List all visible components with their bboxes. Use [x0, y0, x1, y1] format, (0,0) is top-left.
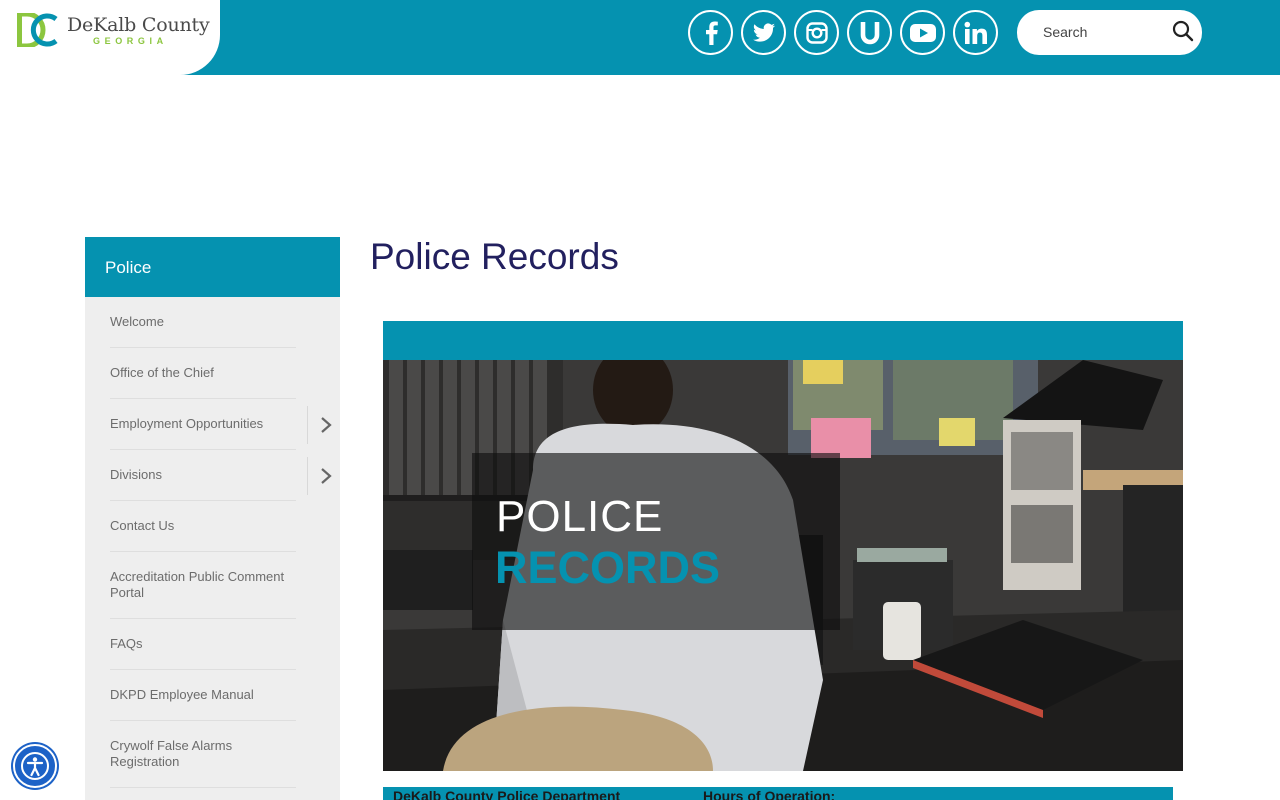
sidebar-item-label: Office of the Chief [110, 365, 214, 380]
logo-county-name: DeKalb County [67, 14, 210, 36]
facebook-button[interactable] [688, 10, 733, 55]
search-input[interactable] [1043, 22, 1163, 42]
twitter-button[interactable] [741, 10, 786, 55]
hero-heading-line1: POLICE [496, 492, 664, 541]
divider [110, 787, 296, 788]
sidebar-item-crywolf-registration[interactable]: Crywolf False Alarms Registration [85, 721, 340, 788]
sidebar-item-office-of-the-chief[interactable]: Office of the Chief [85, 348, 340, 399]
facebook-icon [705, 21, 718, 45]
linkedin-icon [964, 21, 987, 44]
hero-top-band [383, 321, 1183, 360]
sidebar-heading-police[interactable]: Police [85, 237, 340, 297]
info-header-bar: DeKalb County Police Department Hours of… [383, 787, 1173, 800]
instagram-button[interactable] [794, 10, 839, 55]
sidebar-item-label: DKPD Employee Manual [110, 687, 254, 702]
sidebar-item-label: Crywolf False Alarms Registration [110, 738, 233, 769]
sidebar-item-faqs[interactable]: FAQs [85, 619, 340, 670]
sidebar-item-label: Accreditation Public Comment Portal [110, 569, 285, 600]
logo-state-name: GEORGIA [93, 36, 168, 46]
sidebar-item-employee-manual[interactable]: DKPD Employee Manual [85, 670, 340, 721]
instagram-icon [805, 21, 828, 44]
chevron-right-icon[interactable] [318, 467, 334, 485]
youtube-icon [909, 23, 936, 42]
twitter-icon [752, 22, 775, 42]
department-name-label: DeKalb County Police Department [393, 788, 621, 800]
sidebar-item-employment-opportunities[interactable]: Employment Opportunities [85, 399, 340, 450]
page-title: Police Records [370, 236, 619, 277]
chevron-right-icon[interactable] [318, 416, 334, 434]
logo-link[interactable]: DeKalb County GEORGIA [0, 0, 220, 75]
dc-logo-icon [17, 13, 58, 47]
linkedin-button[interactable] [953, 10, 998, 55]
sidebar-item-welcome[interactable]: Welcome [85, 297, 340, 348]
hero-image: POLICE RECORDS [383, 360, 1183, 771]
accessibility-icon [21, 752, 49, 780]
sidebar-item-label: Welcome [110, 314, 164, 329]
sidebar-item-label: Contact Us [110, 518, 175, 533]
sidebar-item-accreditation-portal[interactable]: Accreditation Public Comment Portal [85, 552, 340, 619]
hours-label: Hours of Operation: [703, 788, 836, 800]
sidebar-item-contact-us[interactable]: Contact Us [85, 501, 340, 552]
sidebar-item-label: Employment Opportunities [110, 416, 264, 431]
search-icon[interactable] [1170, 18, 1196, 44]
u-button[interactable] [847, 10, 892, 55]
divider [307, 457, 308, 495]
youtube-button[interactable] [900, 10, 945, 55]
accessibility-button[interactable] [13, 744, 57, 788]
hero-heading-line2: RECORDS [495, 542, 721, 593]
divider [307, 406, 308, 444]
sidebar-item-divisions[interactable]: Divisions [85, 450, 340, 501]
u-icon [860, 21, 879, 44]
sidebar-item-label: FAQs [110, 636, 143, 651]
sidebar-nav: Welcome Office of the Chief Employment O… [85, 297, 340, 800]
sidebar-item-label: Divisions [110, 467, 163, 482]
